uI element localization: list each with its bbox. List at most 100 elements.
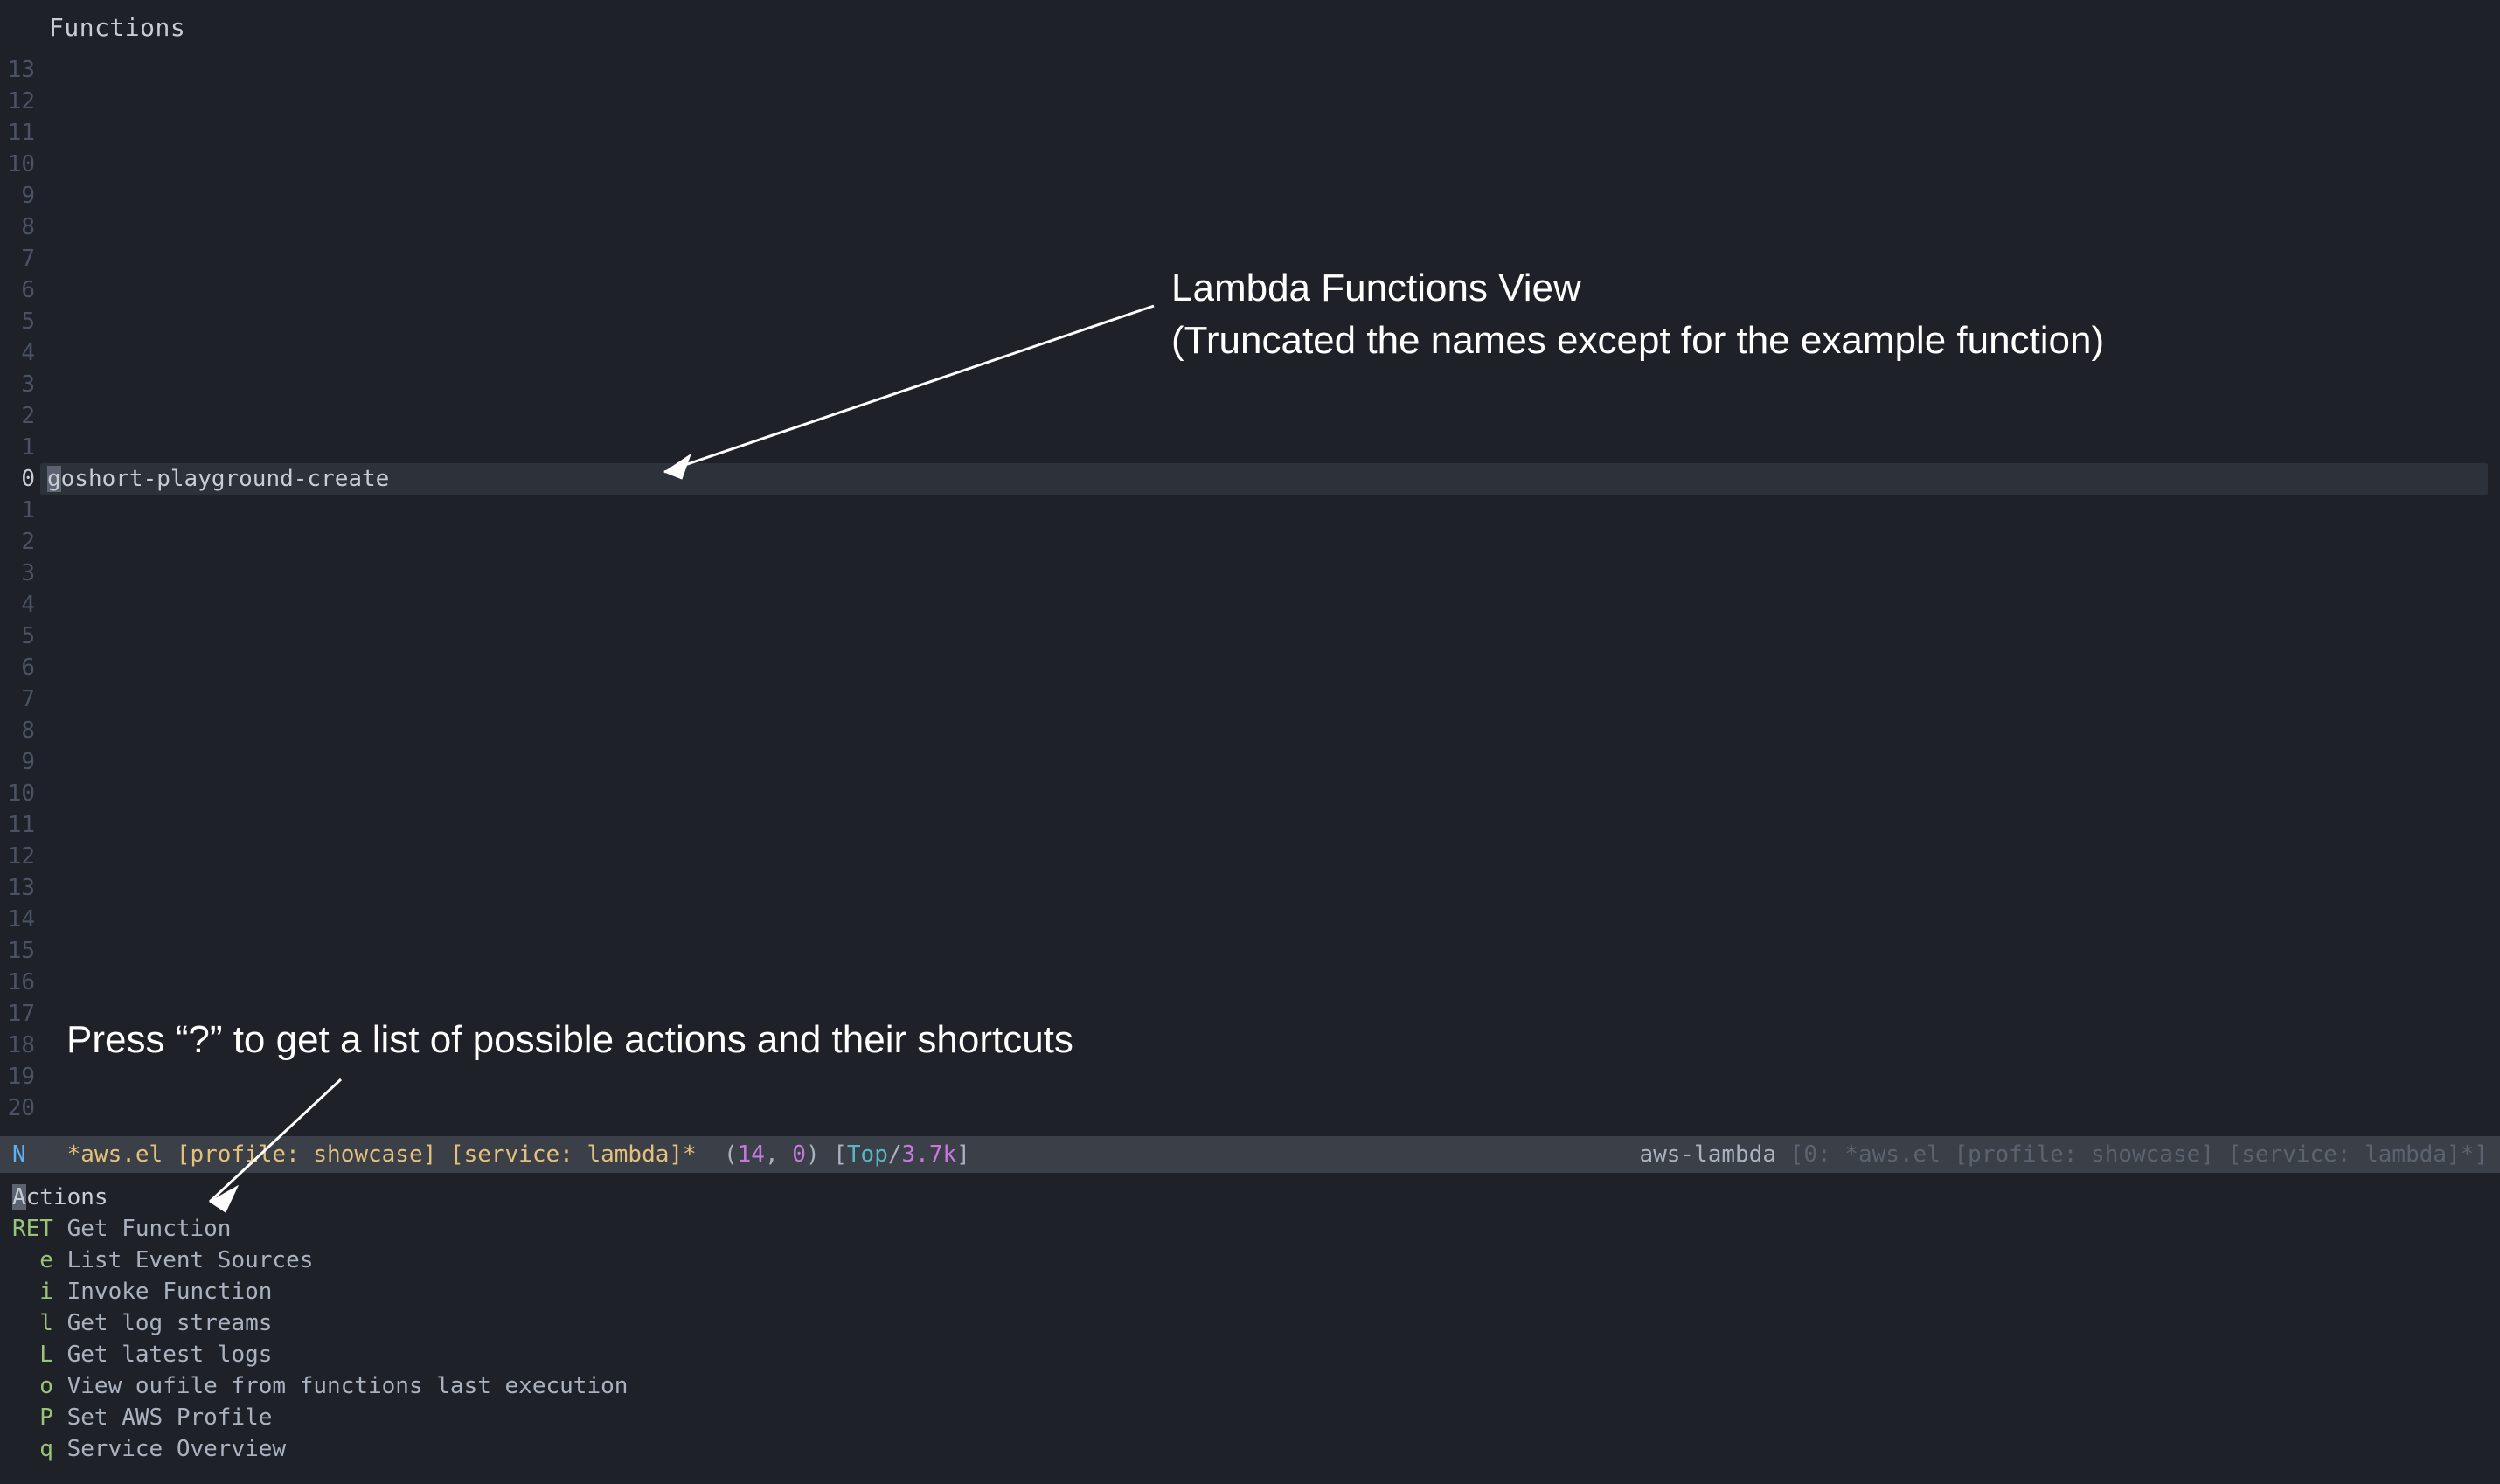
editor-main[interactable]: 1312111098765432101234567891011121314151… bbox=[0, 54, 2500, 1136]
line-number: 11 bbox=[0, 809, 35, 841]
action-key: o bbox=[12, 1373, 53, 1399]
line-number: 2 bbox=[0, 400, 35, 432]
line-number: 4 bbox=[0, 589, 35, 621]
action-label: Invoke Function bbox=[53, 1279, 272, 1305]
modeline: N *aws.el [profile: showcase] [service: … bbox=[0, 1136, 2500, 1173]
line-number: 20 bbox=[0, 1092, 35, 1124]
line-number: 10 bbox=[0, 778, 35, 809]
editor-row[interactable] bbox=[47, 715, 2488, 746]
editor-row[interactable] bbox=[47, 904, 2488, 935]
editor-row[interactable] bbox=[47, 54, 2488, 86]
line-number: 17 bbox=[0, 998, 35, 1030]
editor-row[interactable] bbox=[47, 1061, 2488, 1092]
function-name: oshort-playground-create bbox=[61, 466, 390, 492]
editor-row[interactable] bbox=[47, 778, 2488, 809]
action-item[interactable]: RET Get Function bbox=[12, 1213, 628, 1245]
editor-row[interactable] bbox=[47, 212, 2488, 243]
action-key: e bbox=[12, 1247, 53, 1273]
action-item[interactable]: i Invoke Function bbox=[12, 1276, 628, 1307]
line-number: 12 bbox=[0, 86, 35, 117]
action-item[interactable]: P Set AWS Profile bbox=[12, 1402, 628, 1433]
modeline-size: 3.7k bbox=[902, 1136, 957, 1173]
editor-row[interactable] bbox=[47, 746, 2488, 778]
action-item[interactable]: o View oufile from functions last execut… bbox=[12, 1370, 628, 1402]
action-label: Set AWS Profile bbox=[53, 1404, 272, 1431]
line-number: 13 bbox=[0, 54, 35, 86]
editor-row[interactable] bbox=[47, 526, 2488, 558]
editor-row[interactable] bbox=[47, 86, 2488, 117]
line-number: 5 bbox=[0, 306, 35, 337]
line-number: 15 bbox=[0, 935, 35, 967]
editor-row[interactable] bbox=[47, 337, 2488, 369]
modeline-row: 14 bbox=[738, 1136, 765, 1173]
editor-row[interactable] bbox=[47, 117, 2488, 149]
line-number: 14 bbox=[0, 904, 35, 935]
editor-row[interactable]: goshort-playground-create bbox=[40, 463, 2488, 495]
cursor-char: g bbox=[47, 466, 61, 492]
line-number: 9 bbox=[0, 746, 35, 778]
action-key: RET bbox=[12, 1216, 53, 1242]
line-number: 0 bbox=[0, 463, 35, 495]
actions-heading: Actions bbox=[12, 1182, 628, 1213]
action-label: Get Function bbox=[53, 1216, 232, 1242]
line-number: 18 bbox=[0, 1030, 35, 1061]
line-number: 1 bbox=[0, 432, 35, 463]
action-label: Get log streams bbox=[53, 1310, 272, 1336]
action-item[interactable]: e List Event Sources bbox=[12, 1245, 628, 1276]
action-key: P bbox=[12, 1404, 53, 1431]
line-number: 16 bbox=[0, 967, 35, 998]
editor-row[interactable] bbox=[47, 1092, 2488, 1124]
editor-row[interactable] bbox=[47, 149, 2488, 180]
line-number: 9 bbox=[0, 180, 35, 212]
editor-content[interactable]: goshort-playground-create bbox=[47, 54, 2488, 1124]
action-label: List Event Sources bbox=[53, 1247, 313, 1273]
line-number: 6 bbox=[0, 652, 35, 683]
editor-row[interactable] bbox=[47, 998, 2488, 1030]
editor-row[interactable] bbox=[47, 432, 2488, 463]
editor-row[interactable] bbox=[47, 621, 2488, 652]
line-number: 10 bbox=[0, 149, 35, 180]
editor-row[interactable] bbox=[47, 683, 2488, 715]
line-number: 3 bbox=[0, 369, 35, 400]
action-item[interactable]: l Get log streams bbox=[12, 1307, 628, 1339]
action-label: View oufile from functions last executio… bbox=[53, 1373, 628, 1399]
modeline-buffer: *aws.el [profile: showcase] [service: la… bbox=[67, 1136, 697, 1173]
line-number: 2 bbox=[0, 526, 35, 558]
line-number: 3 bbox=[0, 558, 35, 589]
line-number: 13 bbox=[0, 872, 35, 904]
action-label: Service Overview bbox=[53, 1436, 286, 1462]
modeline-right: aws-lambda [0: *aws.el [profile: showcas… bbox=[1639, 1136, 2488, 1173]
action-item[interactable]: L Get latest logs bbox=[12, 1339, 628, 1370]
editor-row[interactable] bbox=[47, 589, 2488, 621]
modeline-right-context: [0: *aws.el [profile: showcase] [service… bbox=[1790, 1136, 2488, 1173]
editor-row[interactable] bbox=[47, 243, 2488, 274]
editor-row[interactable] bbox=[47, 841, 2488, 872]
editor-row[interactable] bbox=[47, 809, 2488, 841]
editor-row[interactable] bbox=[47, 872, 2488, 904]
editor-row[interactable] bbox=[47, 495, 2488, 526]
action-item[interactable]: q Service Overview bbox=[12, 1433, 628, 1465]
line-number: 7 bbox=[0, 243, 35, 274]
line-number: 8 bbox=[0, 715, 35, 746]
editor-row[interactable] bbox=[47, 1030, 2488, 1061]
modeline-right-mode: aws-lambda bbox=[1639, 1136, 1776, 1173]
editor-row[interactable] bbox=[47, 400, 2488, 432]
editor-row[interactable] bbox=[47, 967, 2488, 998]
editor-row[interactable] bbox=[47, 306, 2488, 337]
modeline-col: 0 bbox=[792, 1136, 806, 1173]
editor-row[interactable] bbox=[47, 558, 2488, 589]
actions-panel: Actions RET Get Function e List Event So… bbox=[12, 1182, 628, 1465]
line-number: 1 bbox=[0, 495, 35, 526]
line-number: 7 bbox=[0, 683, 35, 715]
editor-row[interactable] bbox=[47, 652, 2488, 683]
action-key: i bbox=[12, 1279, 53, 1305]
action-label: Get latest logs bbox=[53, 1342, 272, 1368]
action-key: l bbox=[12, 1310, 53, 1336]
editor-row[interactable] bbox=[47, 369, 2488, 400]
line-number: 5 bbox=[0, 621, 35, 652]
line-number-gutter: 1312111098765432101234567891011121314151… bbox=[0, 54, 40, 1124]
editor-row[interactable] bbox=[47, 935, 2488, 967]
line-number: 19 bbox=[0, 1061, 35, 1092]
editor-row[interactable] bbox=[47, 274, 2488, 306]
editor-row[interactable] bbox=[47, 180, 2488, 212]
